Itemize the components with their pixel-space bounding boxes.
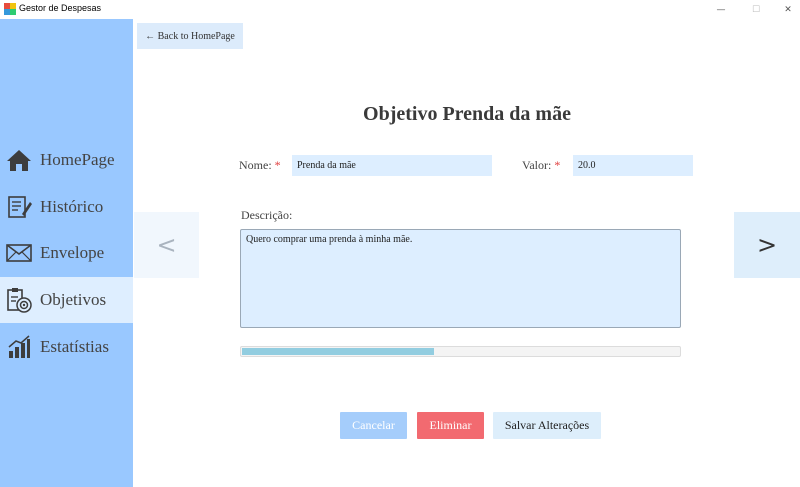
minimize-button[interactable]: — xyxy=(703,0,739,19)
history-icon xyxy=(6,194,32,220)
app-icon xyxy=(4,3,16,15)
sidebar-item-historico[interactable]: Histórico xyxy=(0,184,133,230)
previous-goal-button[interactable]: < xyxy=(134,212,199,278)
cancel-button[interactable]: Cancelar xyxy=(340,412,407,439)
name-field[interactable]: Prenda da mãe xyxy=(292,155,492,176)
value-field[interactable]: 20.0 xyxy=(573,155,693,176)
home-icon xyxy=(6,147,32,173)
close-button[interactable]: ✕ xyxy=(770,0,800,19)
sidebar-item-label: Histórico xyxy=(40,197,104,216)
required-mark: * xyxy=(274,158,281,172)
chart-icon xyxy=(6,334,32,360)
delete-button[interactable]: Eliminar xyxy=(417,412,484,439)
description-field[interactable]: Quero comprar uma prenda à minha mãe. xyxy=(240,229,681,328)
sidebar-item-envelope[interactable]: Envelope xyxy=(0,230,133,276)
next-goal-button[interactable]: > xyxy=(734,212,800,278)
back-to-homepage-button[interactable]: ← Back to HomePage xyxy=(137,23,243,49)
page-title: Objetivo Prenda da mãe xyxy=(363,103,571,125)
title-bar: Gestor de Despesas — ☐ ✕ xyxy=(0,0,800,19)
sidebar-item-objetivos[interactable]: Objetivos xyxy=(0,277,133,323)
window-title: Gestor de Despesas xyxy=(19,3,102,13)
sidebar-item-estatistias[interactable]: Estatístias xyxy=(0,324,133,370)
sidebar-item-label: Objetivos xyxy=(40,290,107,309)
required-mark: * xyxy=(554,158,561,172)
sidebar-item-homepage[interactable]: HomePage xyxy=(0,137,133,183)
goals-icon xyxy=(6,287,32,313)
sidebar: HomePage Histórico Envelope Objetivos Es… xyxy=(0,19,133,487)
value-label-text: Valor: xyxy=(522,158,552,172)
progress-fill xyxy=(242,348,434,355)
sidebar-item-label: Estatístias xyxy=(40,337,109,356)
goal-progress-bar xyxy=(240,346,681,357)
sidebar-item-label: Envelope xyxy=(40,243,105,262)
value-label: Valor: * xyxy=(522,158,560,173)
name-label-text: Nome: xyxy=(239,158,272,172)
maximize-button[interactable]: ☐ xyxy=(738,0,774,19)
save-changes-button[interactable]: Salvar Alterações xyxy=(493,412,601,439)
description-label: Descrição: xyxy=(241,208,293,222)
sidebar-item-label: HomePage xyxy=(40,150,115,169)
envelope-icon xyxy=(6,240,32,266)
name-label: Nome: * xyxy=(239,158,281,173)
